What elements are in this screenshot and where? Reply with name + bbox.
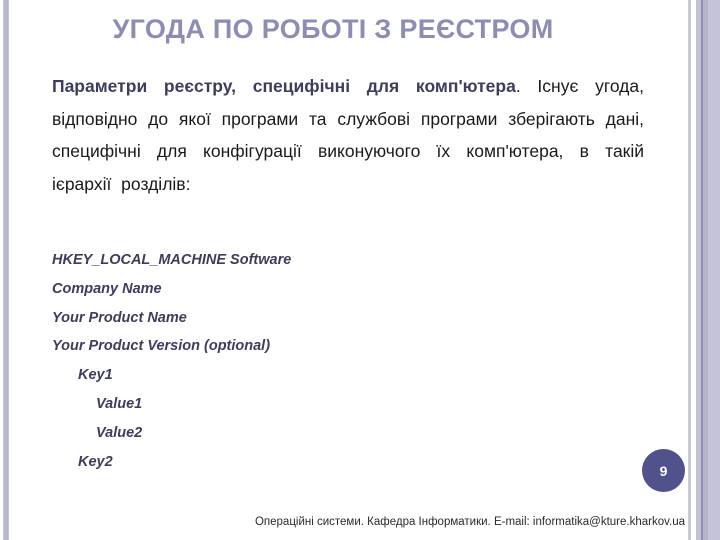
tree-item: Value1 [96, 395, 143, 412]
right-decorative-stripe [688, 0, 691, 540]
registry-hierarchy: HKEY_LOCAL_MACHINE Software Company Name… [52, 250, 291, 480]
tree-item: Key1 [78, 367, 113, 384]
tree-item: Value2 [96, 424, 143, 441]
tree-item: Your Product Version (optional) [52, 338, 271, 355]
footer-text: Операційні системи. Кафедра Інформатики.… [254, 516, 685, 528]
tree-item: HKEY_LOCAL_MACHINE Software [52, 252, 292, 268]
tree-item: Key2 [78, 453, 113, 470]
tree-item: Your Product Name [52, 309, 187, 326]
slide: УГОДА ПО РОБОТІ З РЕЄСТРОМ Параметри реє… [0, 0, 720, 540]
left-decorative-stripe [3, 0, 9, 540]
body-lead-text: Параметри реєстру, специфічні для комп'ю… [52, 76, 516, 96]
slide-title: УГОДА ПО РОБОТІ З РЕЄСТРОМ [112, 14, 554, 44]
body-paragraph: Параметри реєстру, специфічні для комп'ю… [52, 70, 644, 200]
right-decorative-stripe [708, 0, 720, 540]
tree-item: Company Name [52, 280, 162, 297]
page-number-badge: 9 [642, 449, 685, 492]
